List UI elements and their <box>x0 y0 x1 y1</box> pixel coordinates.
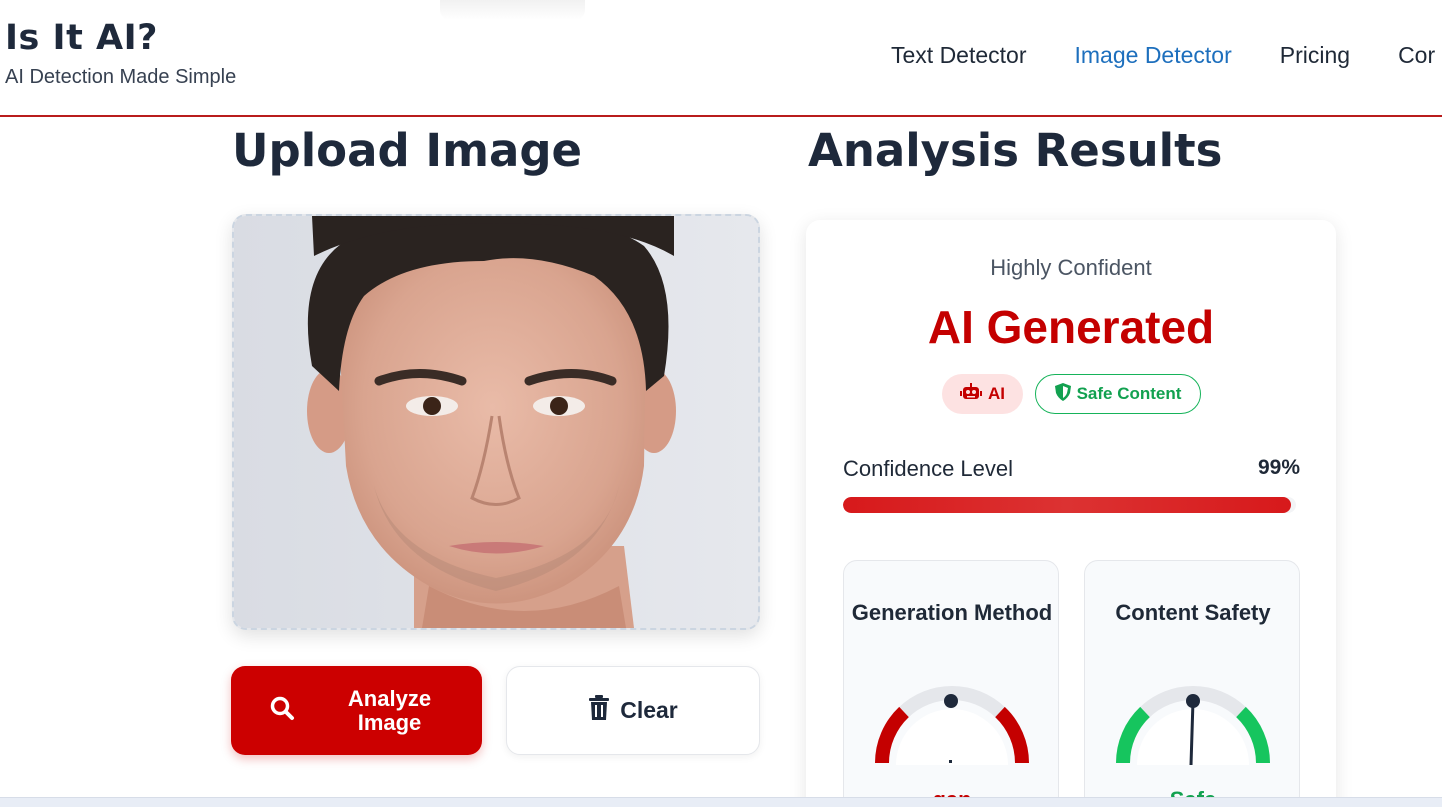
logo-subtitle: AI Detection Made Simple <box>5 66 237 88</box>
results-heading: Analysis Results <box>808 124 1223 177</box>
confidence-descriptor: Highly Confident <box>990 255 1152 280</box>
ai-badge-label: AI <box>988 384 1005 403</box>
generation-method-gauge <box>874 686 1030 765</box>
ai-badge: AI <box>942 374 1023 414</box>
robot-icon <box>960 382 982 406</box>
taskbar-strip <box>0 797 1442 807</box>
nav-text-detector[interactable]: Text Detector <box>891 42 1027 69</box>
clear-label: Clear <box>620 697 678 723</box>
content-safety-title: Content Safety <box>1115 600 1271 625</box>
generation-method-card: Generation Method gan <box>843 560 1059 807</box>
analyze-image-label: Analyze Image <box>347 685 432 735</box>
clear-button[interactable]: Clear <box>506 666 760 755</box>
generation-method-title: Generation Method <box>851 600 1053 625</box>
safe-content-label: Safe Content <box>1076 384 1182 403</box>
uploaded-image-preview <box>234 216 758 628</box>
upload-heading: Upload Image <box>232 124 583 177</box>
search-icon <box>269 695 295 727</box>
confidence-level-label: Confidence Level <box>843 456 1014 481</box>
nav-contact[interactable]: Cor <box>1398 42 1435 69</box>
shield-icon <box>1054 382 1071 406</box>
image-dropzone[interactable] <box>232 214 760 630</box>
confidence-level-value: 99% <box>1257 456 1300 479</box>
results-card: Highly Confident AI Generated AI Safe Co… <box>806 220 1336 807</box>
content-safety-card: Content Safety Safe <box>1084 560 1300 807</box>
logo-title[interactable]: Is It AI? <box>5 18 158 58</box>
nav-image-detector[interactable]: Image Detector <box>1075 42 1232 69</box>
verdict-label: AI Generated <box>927 301 1215 353</box>
nav-pricing[interactable]: Pricing <box>1280 42 1350 69</box>
content-safety-gauge <box>1115 686 1271 765</box>
header-decoration <box>440 0 585 20</box>
confidence-bar-fill <box>843 497 1292 513</box>
site-header: Is It AI? AI Detection Made Simple Text … <box>0 0 1442 117</box>
analyze-image-button[interactable]: Analyze Image <box>231 666 482 755</box>
confidence-bar <box>843 497 1296 513</box>
main-nav: Text Detector Image Detector Pricing Cor <box>891 42 1435 69</box>
safe-content-badge: Safe Content <box>1035 374 1201 414</box>
trash-icon <box>588 694 610 727</box>
